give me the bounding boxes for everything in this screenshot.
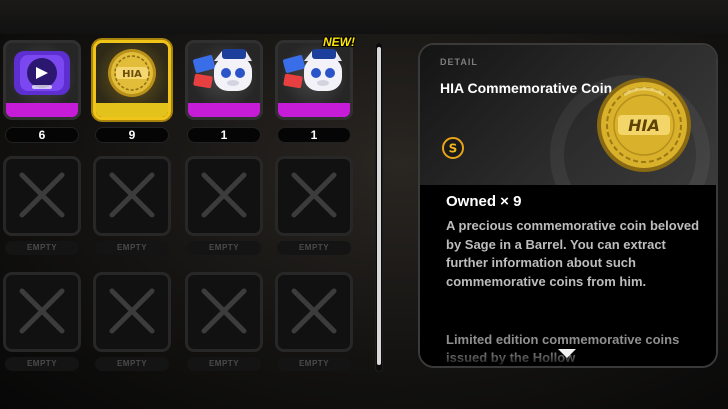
empty-card[interactable]: [185, 156, 263, 236]
owned-count: Owned × 9: [446, 193, 522, 210]
empty-label: EMPTY: [187, 241, 261, 255]
item-card[interactable]: [275, 40, 353, 120]
empty-label: EMPTY: [187, 357, 261, 371]
coin-engraving: HIA: [628, 116, 660, 135]
purple-gadget-icon: [6, 43, 78, 103]
rank-letter: S: [449, 142, 458, 156]
inventory-scrollbar[interactable]: [375, 42, 383, 372]
empty-label: EMPTY: [95, 241, 169, 255]
empty-card[interactable]: [275, 272, 353, 352]
bangboo-police-sticker-icon: [188, 43, 260, 103]
item-description: A precious commemorative coin beloved by…: [446, 218, 700, 289]
item-count: 1: [187, 127, 261, 143]
bangboo-police-sticker-icon: [278, 43, 350, 103]
empty-card[interactable]: [93, 272, 171, 352]
x-mark-icon: [291, 172, 337, 218]
chevron-down-icon[interactable]: [558, 349, 576, 358]
x-mark-icon: [201, 172, 247, 218]
empty-label: EMPTY: [277, 357, 351, 371]
empty-label: EMPTY: [5, 357, 79, 371]
hia-coin-large-icon: HIA: [597, 78, 691, 172]
empty-card[interactable]: [93, 156, 171, 236]
scrollbar-thumb[interactable]: [377, 47, 381, 365]
item-card[interactable]: [185, 40, 263, 120]
item-count: 9: [95, 127, 169, 143]
hia-coin-icon: HIA: [96, 43, 168, 103]
item-count: 1: [277, 127, 351, 143]
empty-card[interactable]: [275, 156, 353, 236]
top-band: [0, 0, 728, 34]
x-mark-icon: [19, 288, 65, 334]
item-card-selected[interactable]: HIA: [93, 40, 171, 120]
detail-panel: DETAIL HIA Commemorative Coin S HIA Owne…: [418, 43, 718, 368]
item-card[interactable]: [3, 40, 81, 120]
empty-card[interactable]: [3, 272, 81, 352]
x-mark-icon: [201, 288, 247, 334]
inventory-grid: 6 HIA 9 1 NEW! 1 EMPTY EMPTY EMPTY EMPTY…: [0, 35, 372, 376]
rarity-strip: [96, 103, 168, 117]
new-badge: NEW!: [323, 35, 355, 49]
x-mark-icon: [109, 172, 155, 218]
rarity-strip: [278, 103, 350, 117]
x-mark-icon: [291, 288, 337, 334]
rarity-strip: [188, 103, 260, 117]
detail-section-label: DETAIL: [440, 57, 478, 67]
empty-label: EMPTY: [95, 357, 169, 371]
empty-label: EMPTY: [5, 241, 79, 255]
x-mark-icon: [109, 288, 155, 334]
item-count: 6: [5, 127, 79, 143]
rarity-strip: [6, 103, 78, 117]
empty-label: EMPTY: [277, 241, 351, 255]
x-mark-icon: [19, 172, 65, 218]
detail-body[interactable]: Owned × 9 A precious commemorative coin …: [420, 185, 716, 366]
detail-header: DETAIL HIA Commemorative Coin S HIA: [420, 45, 716, 235]
empty-card[interactable]: [3, 156, 81, 236]
empty-card[interactable]: [185, 272, 263, 352]
coin-engraving: HIA: [122, 69, 142, 80]
s-rank-badge-icon: S: [442, 137, 464, 159]
